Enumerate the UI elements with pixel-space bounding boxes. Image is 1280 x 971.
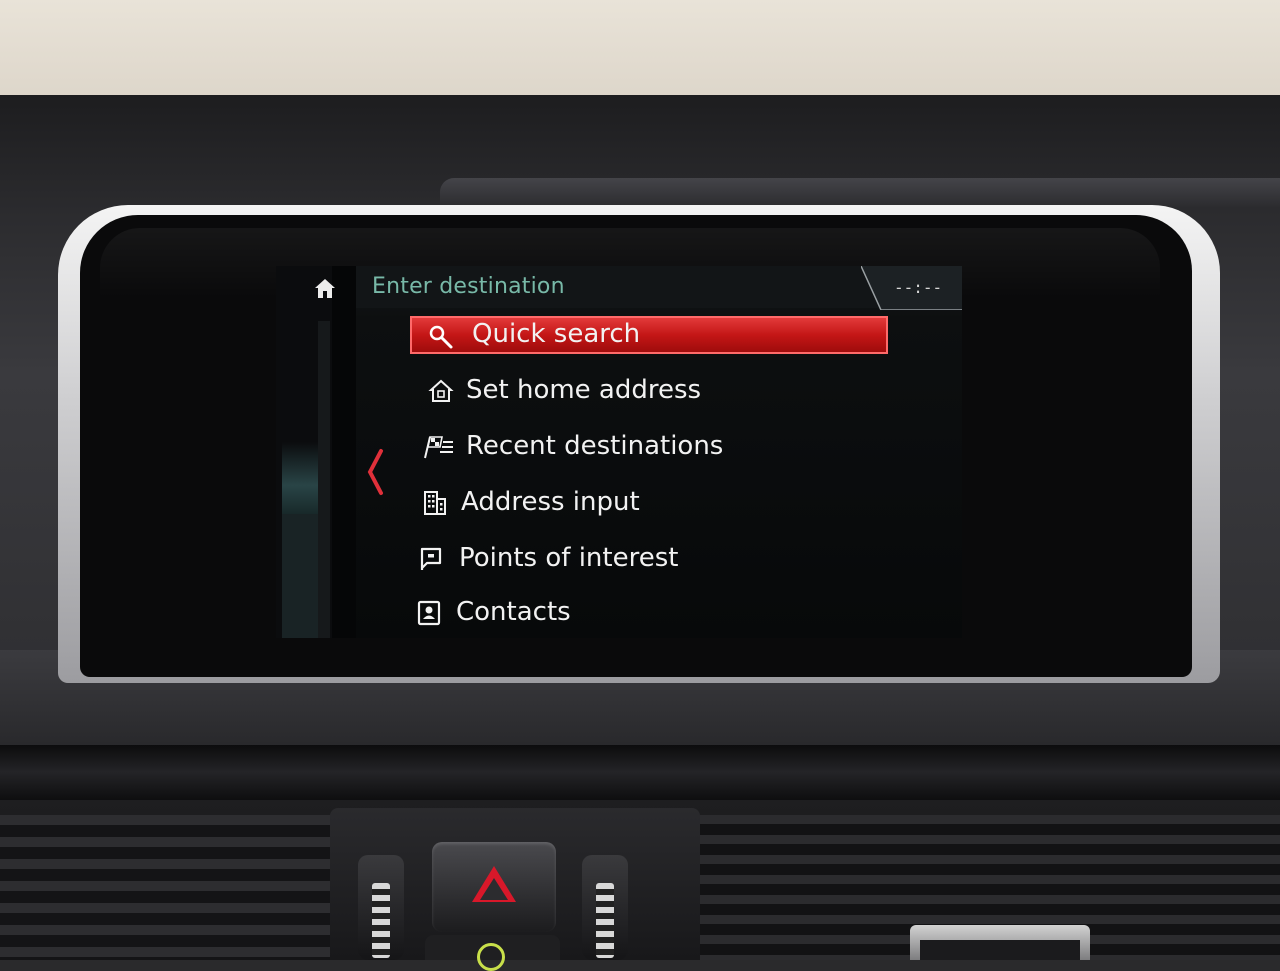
- menu-item-points-of-interest[interactable]: Points of interest: [418, 540, 898, 578]
- clock-display: --:--: [894, 278, 943, 297]
- toggle-switch-right[interactable]: [582, 855, 628, 960]
- toggle-switch-left[interactable]: [358, 855, 404, 960]
- hazard-triangle-inner: [480, 878, 508, 900]
- menu-item-quick-search[interactable]: Quick search: [410, 316, 888, 354]
- menu-item-label: Address input: [461, 487, 640, 517]
- back-arrow-icon[interactable]: [364, 448, 386, 496]
- air-vent-left: [0, 815, 330, 960]
- contact-card-icon: [417, 600, 441, 626]
- ring-icon: [477, 943, 505, 971]
- checkered-flag-icon: [424, 436, 453, 459]
- vent-handle-base: [920, 940, 1080, 960]
- menu-item-address-input[interactable]: Address input: [420, 484, 900, 522]
- menu-item-label: Quick search: [472, 319, 641, 349]
- building-icon: [424, 491, 446, 515]
- menu-item-label: Contacts: [456, 597, 571, 627]
- home-address-icon: [428, 379, 454, 402]
- menu-item-contacts[interactable]: Contacts: [416, 594, 896, 632]
- menu-item-recent-destinations[interactable]: Recent destinations: [422, 428, 902, 466]
- dashboard-ridge: [440, 178, 1280, 208]
- home-icon[interactable]: [312, 276, 338, 300]
- switch-indicator: [372, 883, 390, 958]
- menu-item-set-home-address[interactable]: Set home address: [424, 372, 904, 410]
- menu-item-label: Set home address: [466, 375, 702, 405]
- switch-indicator: [596, 883, 614, 958]
- side-rail: [276, 266, 332, 638]
- rail-highlight: [282, 442, 318, 514]
- lower-console-button[interactable]: [425, 935, 560, 971]
- gloss-trim-strip: [0, 745, 1280, 805]
- page-title: Enter destination: [372, 274, 565, 299]
- navigation-screen: Enter destination --:-- Quick search Set…: [276, 266, 962, 638]
- search-icon: [429, 325, 453, 349]
- menu-item-label: Recent destinations: [466, 431, 724, 461]
- rail-divider: [318, 321, 330, 638]
- menu-item-label: Points of interest: [459, 543, 679, 573]
- hazard-button[interactable]: [432, 842, 556, 932]
- poi-flag-icon: [420, 547, 442, 570]
- rail-segment: [282, 514, 318, 638]
